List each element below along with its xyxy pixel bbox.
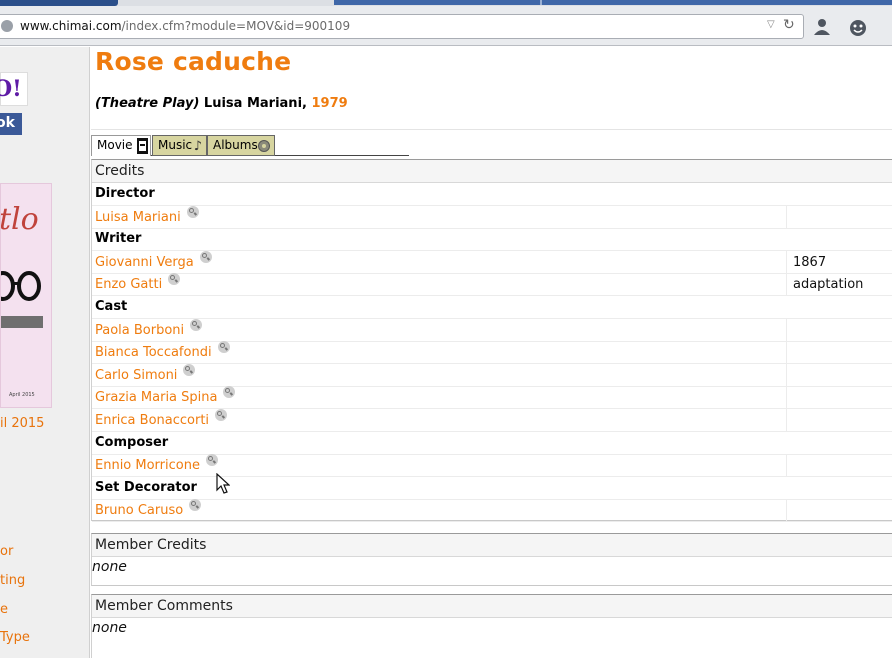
disc-icon (258, 140, 270, 152)
yahoo-logo[interactable]: O! (0, 72, 28, 106)
credit-row: Ennio Morricone (92, 454, 892, 478)
magazine-date: April 2015 (9, 392, 35, 398)
magnifier-search-icon[interactable] (205, 454, 218, 467)
address-bar[interactable]: www.chimai.com/index.cfm?module=MOV&id=9… (0, 14, 804, 39)
user-icon[interactable] (812, 18, 832, 38)
page-title: Rose caduche (95, 47, 292, 76)
magnifier-search-icon[interactable] (223, 386, 236, 399)
credit-person-link[interactable]: Enzo Gatti (95, 277, 162, 292)
credit-row: Enrica Bonaccorti (92, 409, 892, 432)
credit-person-link[interactable]: Grazia Maria Spina (95, 390, 217, 405)
credit-role-heading: Set Decorator (92, 477, 892, 500)
credit-note (786, 341, 892, 365)
dropdown-arrow-icon[interactable]: ▽ (767, 19, 775, 30)
sidebar-link[interactable]: e (0, 602, 8, 617)
credit-row: Giovanni Verga 1867 (92, 250, 892, 274)
member-credits-value: none (92, 559, 127, 575)
yahoo-logo-text: O! (0, 76, 22, 102)
content-tabs: Movie Music ♪ Albums (91, 135, 409, 156)
facebook-logo[interactable]: ok (0, 113, 22, 135)
credit-row: Bianca Toccafondi (92, 341, 892, 365)
work-year[interactable]: 1979 (312, 96, 348, 111)
credit-person-link[interactable]: Enrica Bonaccorti (95, 413, 209, 428)
magnifier-search-icon[interactable] (186, 205, 199, 218)
magazine-cover-image[interactable]: tlo April 2015 (0, 183, 52, 408)
url-text[interactable]: www.chimai.com/index.cfm?module=MOV&id=9… (20, 19, 350, 33)
credit-note: adaptation (786, 273, 892, 297)
page-subtitle: (Theatre Play) Luisa Mariani, 1979 (95, 96, 348, 111)
credit-row: Paola Borboni (92, 318, 892, 342)
credit-role-heading: Director (92, 183, 892, 206)
magazine-band (1, 316, 43, 328)
credit-person-link[interactable]: Bianca Toccafondi (95, 345, 212, 360)
credit-row: Carlo Simoni (92, 363, 892, 387)
credit-person-link[interactable]: Ennio Morricone (95, 458, 200, 473)
credit-person-link[interactable]: Luisa Mariani (95, 210, 181, 225)
credit-role-heading: Writer (92, 228, 892, 252)
member-comments-heading: Member Comments (92, 595, 892, 618)
tab-music[interactable]: Music ♪ (152, 135, 207, 156)
tab-label: Music (158, 138, 193, 152)
tab-movie[interactable]: Movie (91, 135, 151, 156)
chat-emoji-icon[interactable] (848, 18, 868, 38)
globe-icon (1, 20, 13, 32)
sidebar-link[interactable]: ting (0, 573, 25, 588)
credit-note (786, 386, 892, 410)
magnifier-search-icon[interactable] (199, 250, 212, 263)
credit-role-heading: Cast (92, 296, 892, 319)
tab-albums[interactable]: Albums (207, 135, 275, 156)
credit-row: Luisa Mariani (92, 205, 892, 229)
magnifier-search-icon[interactable] (215, 409, 228, 421)
magazine-script-lettering: tlo (0, 202, 39, 237)
credit-note: 1867 (786, 250, 892, 274)
credit-person-link[interactable]: Giovanni Verga (95, 255, 194, 270)
mouse-cursor-icon (216, 473, 230, 494)
sidebar-link[interactable]: or (0, 544, 13, 559)
credit-note (786, 409, 892, 432)
member-comments-section: Member Comments none (91, 594, 892, 658)
sidebar-month-link[interactable]: il 2015 (0, 416, 44, 431)
credit-row: Bruno Caruso (92, 499, 892, 523)
work-author[interactable]: Luisa Mariani, (199, 96, 311, 111)
url-host: www.chimai.com (20, 19, 122, 33)
credit-person-link[interactable]: Paola Borboni (95, 323, 184, 338)
member-credits-heading: Member Credits (92, 534, 892, 557)
glasses-graphic (1, 271, 41, 301)
magnifier-search-icon[interactable] (217, 341, 230, 354)
work-type: (Theatre Play) (95, 96, 200, 111)
divider (91, 129, 892, 130)
credit-note (786, 499, 892, 523)
sidebar-link[interactable]: Type (0, 630, 30, 645)
url-path: /index.cfm?module=MOV&id=900109 (121, 19, 351, 33)
credit-row: Enzo Gatti adaptation (92, 273, 892, 297)
facebook-logo-text: ok (0, 115, 15, 131)
magnifier-search-icon[interactable] (168, 273, 181, 286)
credits-section: Credits Director Luisa Mariani Writer Giova… (91, 159, 892, 523)
tab-label: Albums (213, 138, 258, 152)
main-content: Rose caduche (Theatre Play) Luisa Marian… (91, 47, 892, 658)
member-credits-section: Member Credits none (91, 533, 892, 586)
credit-note (786, 318, 892, 342)
magnifier-search-icon[interactable] (190, 318, 203, 331)
reload-icon[interactable]: ↻ (783, 17, 795, 33)
tab-label: Movie (97, 138, 133, 152)
credit-row: Grazia Maria Spina (92, 386, 892, 410)
magnifier-search-icon[interactable] (183, 363, 196, 376)
magnifier-search-icon[interactable] (189, 499, 202, 512)
browser-tab[interactable] (334, 0, 892, 5)
credit-note (786, 454, 892, 478)
credit-note (786, 363, 892, 387)
browser-toolbar: www.chimai.com/index.cfm?module=MOV&id=9… (0, 6, 892, 46)
credit-person-link[interactable]: Bruno Caruso (95, 503, 183, 518)
credits-heading: Credits (92, 160, 892, 183)
credit-role-heading: Composer (92, 432, 892, 455)
credit-note (786, 205, 892, 229)
music-note-icon: ♪ (193, 139, 202, 154)
credit-person-link[interactable]: Carlo Simoni (95, 368, 177, 383)
left-sidebar: O! ok tlo April 2015 il 2015 or ting e T… (0, 47, 90, 658)
member-comments-value: none (92, 620, 127, 636)
film-icon (137, 138, 148, 154)
